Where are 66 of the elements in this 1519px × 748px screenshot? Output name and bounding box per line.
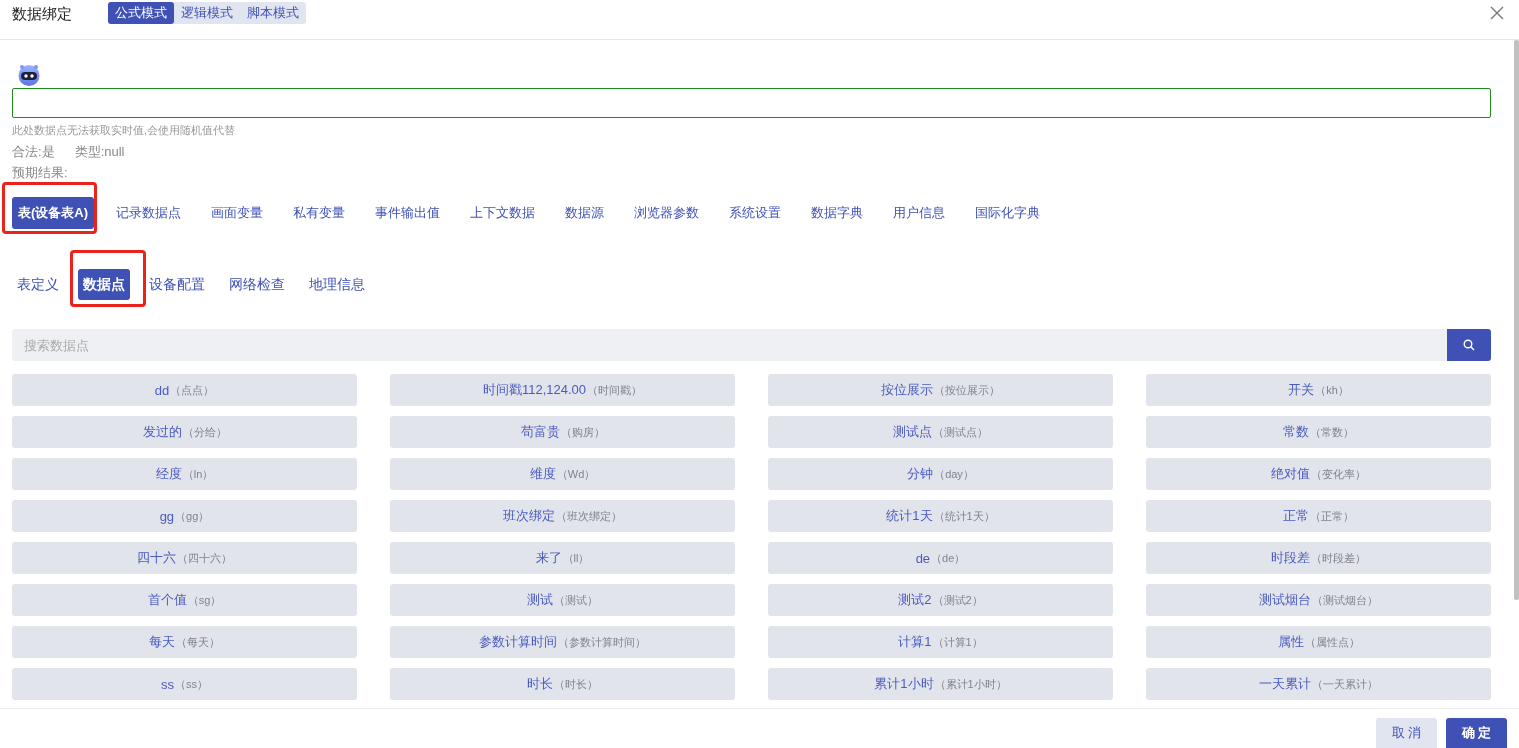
data-point-button[interactable]: gg（gg） xyxy=(12,500,357,532)
data-point-button[interactable]: 班次绑定（班次绑定） xyxy=(390,500,735,532)
data-point-button[interactable]: ss（ss） xyxy=(12,668,357,700)
data-point-button[interactable]: 统计1天（统计1天） xyxy=(768,500,1113,532)
formula-input[interactable] xyxy=(12,88,1491,118)
data-point-button[interactable]: 每天（每天） xyxy=(12,626,357,658)
source-tab[interactable]: 事件输出值 xyxy=(367,197,449,229)
source-tab[interactable]: 数据字典 xyxy=(803,197,872,229)
data-point-button[interactable]: de（de） xyxy=(768,542,1113,574)
source-tab[interactable]: 表(设备表A) xyxy=(12,197,95,229)
data-point-button[interactable]: 计算1（计算1） xyxy=(768,626,1113,658)
cancel-button[interactable]: 取 消 xyxy=(1376,718,1437,748)
source-tab[interactable]: 记录数据点 xyxy=(108,197,190,229)
mode-tab[interactable]: 逻辑模式 xyxy=(174,2,240,24)
close-icon[interactable] xyxy=(1490,6,1504,20)
source-tab[interactable]: 国际化字典 xyxy=(967,197,1049,229)
expected-result-label: 预期结果: xyxy=(12,164,69,182)
mode-tab[interactable]: 公式模式 xyxy=(108,2,174,24)
data-point-button[interactable]: 测试2（测试2） xyxy=(768,584,1113,616)
validity-text: 合法:是 xyxy=(12,143,55,161)
data-point-button[interactable]: 开关（kh） xyxy=(1146,374,1491,406)
sub-tab[interactable]: 设备配置 xyxy=(144,269,210,300)
data-point-button[interactable]: 时段差（时段差） xyxy=(1146,542,1491,574)
data-point-button[interactable]: 正常（正常） xyxy=(1146,500,1491,532)
data-point-button[interactable]: 发过的（分给） xyxy=(12,416,357,448)
sub-tab[interactable]: 表定义 xyxy=(12,269,64,300)
data-point-button[interactable]: 维度（Wd） xyxy=(390,458,735,490)
robot-icon xyxy=(17,63,41,87)
sub-tab[interactable]: 地理信息 xyxy=(304,269,370,300)
data-point-button[interactable]: 时间戳112,124.00（时间戳） xyxy=(390,374,735,406)
data-point-button[interactable]: 绝对值（变化率） xyxy=(1146,458,1491,490)
data-point-button[interactable]: dd（点点） xyxy=(12,374,357,406)
sub-tab[interactable]: 网络检查 xyxy=(224,269,290,300)
data-point-button[interactable]: 测试点（测试点） xyxy=(768,416,1113,448)
scrollbar[interactable] xyxy=(1514,40,1519,600)
data-point-button[interactable]: 测试烟台（测试烟台） xyxy=(1146,584,1491,616)
search-field[interactable]: 搜索数据点 xyxy=(12,329,1447,361)
type-text: 类型:null xyxy=(74,143,125,161)
data-point-button[interactable]: 时长（时长） xyxy=(390,668,735,700)
source-tab[interactable]: 上下文数据 xyxy=(462,197,544,229)
source-tab[interactable]: 数据源 xyxy=(557,197,613,229)
source-tab[interactable]: 系统设置 xyxy=(721,197,790,229)
data-point-button[interactable]: 常数（常数） xyxy=(1146,416,1491,448)
hint-text: 此处数据点无法获取实时值,会使用随机值代替 xyxy=(12,123,237,138)
data-point-button[interactable]: 苟富贵（购房） xyxy=(390,416,735,448)
sub-tab[interactable]: 数据点 xyxy=(78,269,130,300)
data-point-button[interactable]: 四十六（四十六） xyxy=(12,542,357,574)
data-point-button[interactable]: 累计1小时（累计1小时） xyxy=(768,668,1113,700)
dialog-title: 数据绑定 xyxy=(12,4,72,24)
confirm-button[interactable]: 确 定 xyxy=(1446,718,1507,748)
data-point-button[interactable]: 参数计算时间（参数计算时间） xyxy=(390,626,735,658)
data-point-button[interactable]: 来了（ll） xyxy=(390,542,735,574)
source-tab[interactable]: 私有变量 xyxy=(285,197,354,229)
data-point-button[interactable]: 经度（ln） xyxy=(12,458,357,490)
mode-tab[interactable]: 脚本模式 xyxy=(240,2,306,24)
source-tab[interactable]: 用户信息 xyxy=(885,197,954,229)
data-point-button[interactable]: 首个值（sg） xyxy=(12,584,357,616)
data-point-button[interactable]: 分钟（day） xyxy=(768,458,1113,490)
search-button[interactable] xyxy=(1447,329,1491,361)
data-point-button[interactable]: 一天累计（一天累计） xyxy=(1146,668,1491,700)
source-tab[interactable]: 画面变量 xyxy=(203,197,272,229)
data-point-button[interactable]: 属性（属性点） xyxy=(1146,626,1491,658)
source-tab[interactable]: 浏览器参数 xyxy=(626,197,708,229)
data-point-button[interactable]: 按位展示（按位展示） xyxy=(768,374,1113,406)
data-point-button[interactable]: 测试（测试） xyxy=(390,584,735,616)
search-icon xyxy=(1463,339,1475,351)
